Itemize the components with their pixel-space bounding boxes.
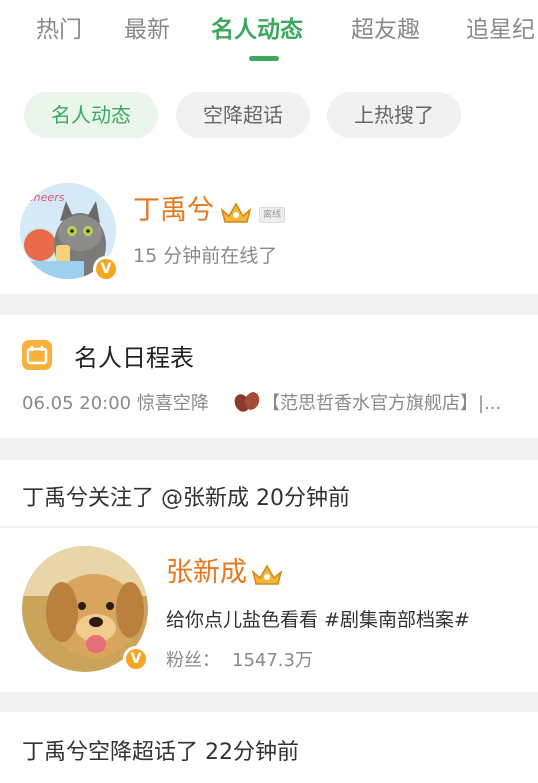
user-name[interactable]: 丁禹兮 bbox=[133, 194, 214, 228]
chip-celebrity-updates[interactable]: 名人动态 bbox=[24, 92, 158, 138]
active-tab-indicator bbox=[249, 56, 279, 61]
tab-latest[interactable]: 最新 bbox=[124, 14, 170, 46]
followed-user-name[interactable]: 张新成 bbox=[166, 556, 247, 590]
coffee-bean-icon bbox=[234, 392, 260, 412]
follow-activity-row[interactable]: 丁禹兮关注了 @张新成 20分钟前 bbox=[0, 460, 538, 526]
schedule-card[interactable]: 名人日程表 06.05 20:00 惊喜空降 【范思哲香水官方旗舰店】|... bbox=[0, 315, 538, 438]
offline-tag: 离线 bbox=[259, 207, 286, 223]
schedule-item: 06.05 20:00 惊喜空降 bbox=[22, 393, 209, 414]
filter-chip-bar: 名人动态 空降超话 上热搜了 bbox=[0, 76, 538, 164]
verified-badge-icon: V bbox=[123, 646, 149, 672]
supertopic-activity-text: 丁禹兮空降超话了 22分钟前 bbox=[22, 740, 299, 765]
schedule-title: 名人日程表 bbox=[74, 344, 194, 372]
followed-user-fans-label: 粉丝： bbox=[166, 650, 220, 671]
chip-supertopic-landing[interactable]: 空降超话 bbox=[176, 92, 310, 138]
crown-icon bbox=[220, 202, 252, 223]
followed-user-bio: 给你点儿盐色看看 #剧集南部档案# bbox=[166, 609, 470, 631]
user-card[interactable]: Cheers V 丁禹兮 离线 15 分钟前在线了 bbox=[0, 164, 538, 294]
top-tab-bar: 热门 最新 名人动态 超友趣 追星纪 bbox=[0, 0, 538, 76]
verified-badge-icon: V bbox=[93, 256, 119, 282]
avatar-cheers-text: Cheers bbox=[26, 191, 65, 204]
schedule-calendar-icon bbox=[22, 340, 52, 370]
chip-trending[interactable]: 上热搜了 bbox=[327, 92, 461, 138]
tab-hot[interactable]: 热门 bbox=[36, 14, 82, 46]
tab-celebrity-updates[interactable]: 名人动态 bbox=[211, 14, 303, 46]
tab-star-chasing[interactable]: 追星纪 bbox=[466, 14, 535, 46]
tab-super-fun[interactable]: 超友趣 bbox=[351, 14, 420, 46]
schedule-store[interactable]: 【范思哲香水官方旗舰店】|... bbox=[262, 389, 501, 415]
supertopic-activity-row[interactable]: 丁禹兮空降超话了 22分钟前 bbox=[0, 712, 538, 783]
follow-activity-text: 丁禹兮关注了 @张新成 20分钟前 bbox=[22, 486, 350, 511]
followed-user-fans-value: 1547.3万 bbox=[232, 650, 313, 671]
online-status: 15 分钟前在线了 bbox=[133, 245, 278, 267]
followed-user-card[interactable]: V 张新成 给你点儿盐色看看 #剧集南部档案# 粉丝： 1547.3万 bbox=[0, 528, 538, 692]
crown-icon bbox=[251, 564, 283, 585]
